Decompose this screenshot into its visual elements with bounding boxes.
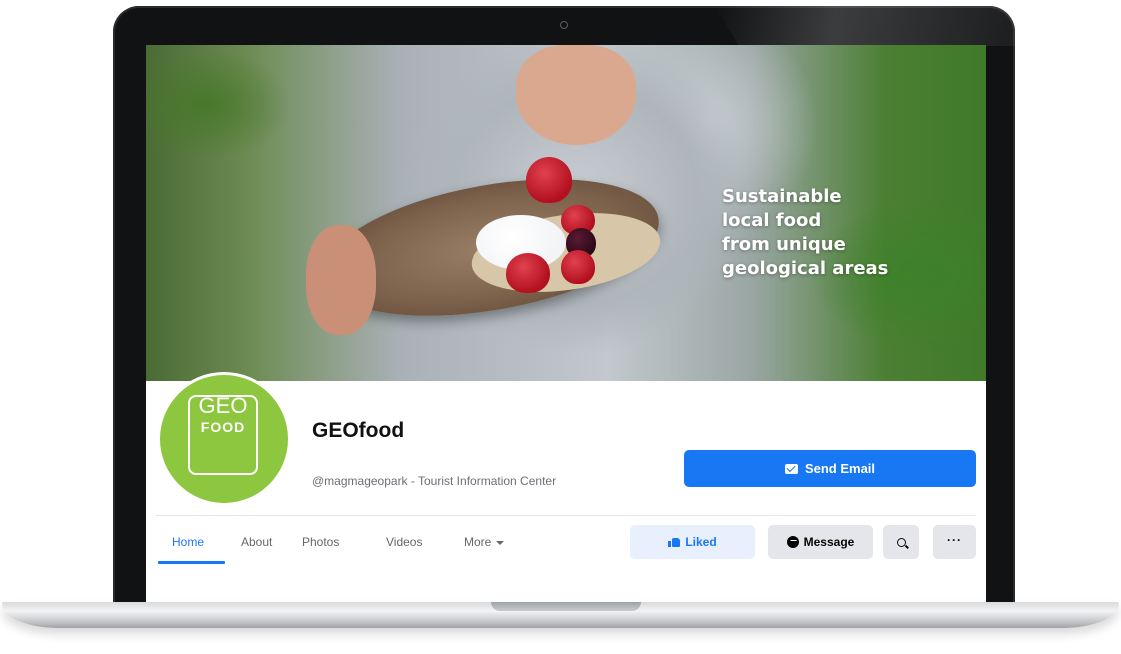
- message-label: Message: [803, 535, 855, 549]
- more-options-icon: ···: [947, 533, 962, 547]
- cover-tagline: Sustainable local food from unique geolo…: [722, 185, 942, 281]
- tagline-line: local food: [722, 210, 822, 231]
- send-email-label: Send Email: [804, 461, 876, 476]
- page-title[interactable]: GEOfood: [312, 419, 404, 443]
- logo-geo-text: GEO: [198, 393, 248, 418]
- thumbs-up-icon: [668, 537, 681, 547]
- search-button[interactable]: [883, 525, 919, 559]
- laptop-screen: Sustainable local food from unique geolo…: [146, 45, 986, 605]
- more-options-button[interactable]: ···: [933, 525, 976, 559]
- laptop-mockup: Sustainable local food from unique geolo…: [0, 0, 1121, 654]
- strawberry: [561, 250, 595, 284]
- lid-glare: [715, 6, 1015, 46]
- cover-hand-left: [306, 225, 376, 335]
- tagline-line: from unique: [722, 234, 846, 255]
- page-subtitle: @magmageopark - Tourist Information Cent…: [312, 474, 557, 488]
- message-button[interactable]: Message: [768, 525, 873, 559]
- tab-more-label: More: [464, 535, 492, 549]
- liked-button[interactable]: Liked: [630, 525, 755, 559]
- cover-photo: Sustainable local food from unique geolo…: [146, 45, 986, 381]
- active-tab-indicator: [158, 561, 225, 564]
- tab-photos[interactable]: Photos: [302, 535, 339, 549]
- cover-hand: [516, 45, 636, 145]
- laptop-base-notch: [491, 602, 641, 611]
- caret-down-icon: [496, 540, 505, 545]
- profile-header: GEO FOOD GEOfood @magmageopark - Tourist…: [146, 375, 986, 605]
- webcam: [560, 21, 568, 29]
- strawberry: [506, 253, 550, 293]
- mail-icon: [784, 463, 798, 474]
- divider: [156, 515, 976, 516]
- tab-home[interactable]: Home: [172, 535, 204, 549]
- tagline-line: geological areas: [722, 258, 889, 279]
- search-icon: [896, 537, 906, 547]
- messenger-icon: [786, 536, 799, 548]
- page-nav: Home About Photos Videos More Liked Mess…: [146, 517, 986, 567]
- liked-label: Liked: [685, 535, 717, 549]
- send-email-button[interactable]: Send Email: [684, 450, 976, 487]
- strawberry: [526, 157, 572, 203]
- tagline-line: Sustainable: [722, 186, 842, 207]
- logo-food-text: FOOD: [200, 419, 246, 435]
- profile-avatar[interactable]: GEO FOOD: [160, 375, 288, 503]
- tab-videos[interactable]: Videos: [386, 535, 422, 549]
- tab-about[interactable]: About: [241, 535, 272, 549]
- tab-more[interactable]: More: [464, 535, 505, 549]
